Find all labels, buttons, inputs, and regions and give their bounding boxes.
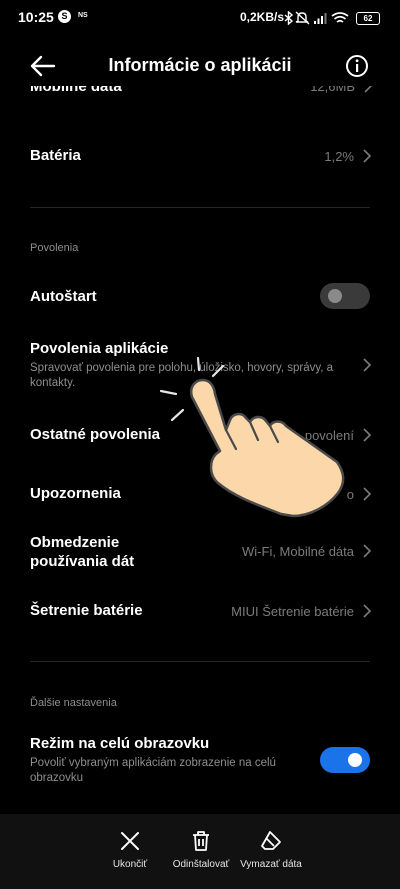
force-stop-label: Ukončiť <box>112 859 148 870</box>
battery-saver-item[interactable]: Šetrenie batérie MIUI Šetrenie batérie <box>30 600 372 624</box>
battery-item[interactable]: Batéria 1,2% <box>30 145 372 169</box>
data-restriction-label-line1: Obmedzenie <box>30 534 120 551</box>
fullscreen-mode-toggle[interactable] <box>320 747 370 773</box>
battery-saver-label: Šetrenie batérie <box>30 602 143 619</box>
chevron-right-icon <box>363 428 372 442</box>
mute-icon <box>295 11 310 25</box>
autostart-label: Autoštart <box>30 288 97 305</box>
data-restriction-label: Obmedzenie používania dát <box>30 533 134 571</box>
chevron-right-icon <box>363 149 372 163</box>
battery-saver-value: MIUI Šetrenie batérie <box>231 604 354 619</box>
autostart-item[interactable]: Autoštart <box>30 283 372 311</box>
skype-icon: S <box>58 10 71 23</box>
fullscreen-mode-description: Povoliť vybraným aplikáciám zobrazenie n… <box>30 757 276 784</box>
section-label-permissions: Povolenia <box>30 242 79 254</box>
divider <box>30 661 370 662</box>
notifications-label: Upozornenia <box>30 485 121 502</box>
fullscreen-mode-item[interactable]: Režim na celú obrazovku Povoliť vybraným… <box>30 735 372 787</box>
data-restriction-item[interactable]: Obmedzenie používania dát Wi-Fi, Mobilné… <box>30 533 372 573</box>
status-icons <box>284 11 349 25</box>
clear-data-button[interactable]: Vymazať dáta <box>236 830 306 870</box>
battery-value: 1,2% <box>324 149 354 164</box>
mobile-data-value: 12,6MB <box>310 86 355 94</box>
header: Informácie o aplikácii <box>0 40 400 92</box>
page-title: Informácie o aplikácii <box>108 55 292 75</box>
uninstall-button[interactable]: Odinštalovať <box>166 830 236 870</box>
autostart-toggle[interactable] <box>320 283 370 309</box>
network-speed: 0,2KB/s <box>240 10 285 24</box>
toggle-knob <box>328 289 342 303</box>
bluetooth-icon <box>284 11 294 25</box>
chevron-right-icon <box>363 358 372 372</box>
status-time: 10:25 <box>18 9 54 25</box>
uninstall-label: Odinštalovať <box>172 859 230 870</box>
info-icon[interactable] <box>345 54 369 78</box>
chevron-right-icon <box>364 86 373 93</box>
divider <box>30 207 370 208</box>
trash-icon <box>193 831 209 851</box>
app-permissions-label: Povolenia aplikácie <box>30 340 169 357</box>
toggle-knob <box>348 753 362 767</box>
mobile-data-item[interactable]: Mobilné dáta 12,6MB <box>30 86 375 106</box>
eraser-icon <box>261 831 281 850</box>
status-bar: 10:25 S NS 0,2KB/s 62 <box>0 0 400 34</box>
data-restriction-value: Wi-Fi, Mobilné dáta <box>242 544 354 559</box>
chevron-right-icon <box>363 487 372 501</box>
data-restriction-label-line2: používania dát <box>30 553 135 570</box>
wifi-icon <box>331 12 349 23</box>
close-icon <box>121 832 139 850</box>
battery-indicator: 62 <box>356 12 380 25</box>
section-label-additional-settings: Ďalšie nastavenia <box>30 697 117 709</box>
mobile-data-label: Mobilné dáta <box>30 86 122 95</box>
fullscreen-mode-label: Režim na celú obrazovku <box>30 735 210 752</box>
clear-data-label: Vymazať dáta <box>240 859 302 870</box>
battery-label: Batéria <box>30 147 81 164</box>
tap-gesture-hand-icon <box>159 356 345 518</box>
chevron-right-icon <box>363 604 372 618</box>
signal-icon <box>314 13 327 24</box>
ns-notification-icon: NS <box>78 12 88 19</box>
other-permissions-label: Ostatné povolenia <box>30 426 161 443</box>
bottom-action-bar: Ukončiť Odinštalovať Vymazať dáta <box>0 814 400 889</box>
chevron-right-icon <box>363 544 372 558</box>
force-stop-button[interactable]: Ukončiť <box>104 830 156 870</box>
